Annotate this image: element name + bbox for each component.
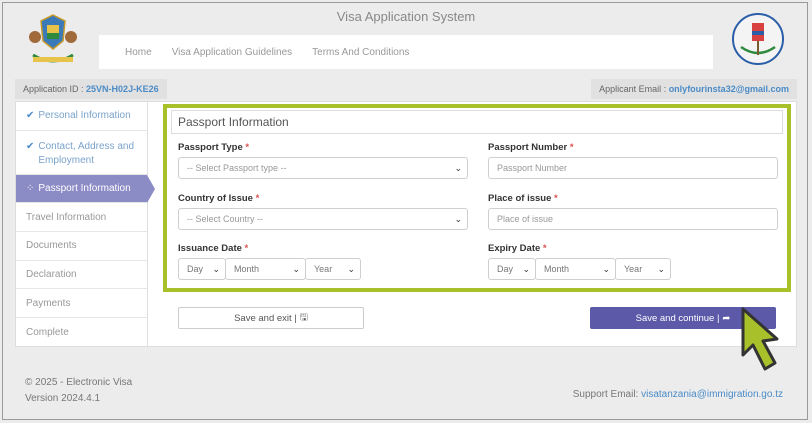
immigration-emblem-logo bbox=[732, 13, 784, 65]
share-arrow-icon: ➦ bbox=[722, 312, 731, 324]
chevron-down-icon: ⌄ bbox=[522, 264, 530, 274]
passport-type-label: Passport Type * bbox=[178, 142, 249, 153]
sidebar-item-payments[interactable]: Payments bbox=[16, 289, 147, 319]
copyright-text: © 2025 - Electronic Visa bbox=[25, 377, 133, 388]
country-of-issue-select[interactable]: -- Select Country -- ⌄ bbox=[178, 208, 468, 230]
sidebar-item-label: Payments bbox=[26, 297, 71, 309]
sidebar-item-label: Travel Information bbox=[26, 211, 107, 223]
expiry-year-select[interactable]: Year ⌄ bbox=[615, 258, 671, 280]
sidebar-item-contact-address[interactable]: ✔ Contact, Address and Employment bbox=[16, 131, 147, 175]
sidebar-item-label: Passport Information bbox=[38, 183, 131, 195]
chevron-down-icon: ⌄ bbox=[602, 264, 610, 274]
required-mark: * bbox=[244, 243, 249, 254]
passport-type-select[interactable]: -- Select Passport type -- ⌄ bbox=[178, 157, 468, 179]
place-of-issue-placeholder: Place of issue bbox=[497, 214, 554, 224]
sidebar-item-label: Personal Information bbox=[38, 110, 131, 122]
passport-number-input[interactable]: Passport Number bbox=[488, 157, 778, 179]
chevron-down-icon: ⌄ bbox=[212, 264, 220, 274]
place-of-issue-label: Place of issue * bbox=[488, 193, 558, 204]
expiry-date-label-text: Expiry Date bbox=[488, 243, 541, 254]
sidebar-item-label: Documents bbox=[26, 240, 77, 252]
expiry-day-value: Day bbox=[497, 264, 514, 274]
passport-type-label-text: Passport Type bbox=[178, 142, 243, 153]
issuance-month-value: Month bbox=[234, 264, 260, 274]
applicant-email-value: onlyfourinsta32@gmail.com bbox=[668, 84, 789, 94]
sidebar-item-passport-information[interactable]: ⁘ Passport Information bbox=[16, 174, 155, 204]
nav-home-link[interactable]: Home bbox=[125, 47, 152, 58]
nav-terms-link[interactable]: Terms And Conditions bbox=[312, 47, 409, 58]
issuance-year-select[interactable]: Year ⌄ bbox=[305, 258, 361, 280]
sidebar-item-complete[interactable]: Complete bbox=[16, 318, 147, 347]
expiry-year-value: Year bbox=[624, 264, 643, 274]
sidebar-item-travel-information[interactable]: Travel Information bbox=[16, 203, 147, 233]
step-sidebar: ✔ Personal Information ✔ Contact, Addres… bbox=[16, 102, 155, 347]
required-mark: * bbox=[245, 142, 250, 153]
issuance-month-select[interactable]: Month ⌄ bbox=[225, 258, 306, 280]
save-and-exit-button[interactable]: Save and exit | 🖫 bbox=[178, 307, 364, 329]
top-nav: Home Visa Application Guidelines Terms A… bbox=[99, 35, 713, 69]
passport-number-label-text: Passport Number bbox=[488, 142, 568, 153]
issuance-day-select[interactable]: Day ⌄ bbox=[178, 258, 226, 280]
place-of-issue-input[interactable]: Place of issue bbox=[488, 208, 778, 230]
version-text: Version 2024.4.1 bbox=[25, 392, 101, 404]
issuance-date-label: Issuance Date * bbox=[178, 243, 248, 254]
footer-copyright: © 2025 - Electronic Visa Version 2024.4.… bbox=[25, 375, 132, 406]
applicant-email-label: Applicant Email : bbox=[599, 84, 667, 94]
sidebar-item-documents[interactable]: Documents bbox=[16, 232, 147, 261]
app-title: Visa Application System bbox=[336, 9, 476, 24]
check-icon: ✔ bbox=[26, 110, 35, 122]
expiry-day-select[interactable]: Day ⌄ bbox=[488, 258, 536, 280]
sidebar-item-declaration[interactable]: Declaration bbox=[16, 261, 147, 290]
chevron-down-icon: ⌄ bbox=[292, 264, 300, 274]
main-panel: ✔ Personal Information ✔ Contact, Addres… bbox=[15, 101, 797, 347]
required-mark: * bbox=[569, 142, 574, 153]
passport-type-value: -- Select Passport type -- bbox=[187, 163, 287, 173]
chevron-down-icon: ⌄ bbox=[657, 264, 665, 274]
issuance-date-label-text: Issuance Date bbox=[178, 243, 242, 254]
support-email-label: Support Email: bbox=[572, 389, 639, 400]
issuance-year-value: Year bbox=[314, 264, 333, 274]
pointer-arrow-icon bbox=[741, 307, 779, 371]
nav-guidelines-link[interactable]: Visa Application Guidelines bbox=[172, 47, 292, 58]
app-frame: Visa Application System Home Visa Applic… bbox=[2, 2, 808, 420]
expiry-date-label: Expiry Date * bbox=[488, 243, 547, 254]
passport-form-highlight: Passport Information Passport Type * -- … bbox=[163, 104, 791, 292]
country-of-issue-value: -- Select Country -- bbox=[187, 214, 264, 224]
passport-number-placeholder: Passport Number bbox=[497, 163, 568, 173]
issuance-day-value: Day bbox=[187, 264, 204, 274]
spinner-icon: ⁘ bbox=[26, 183, 35, 195]
save-and-exit-label: Save and exit | bbox=[234, 312, 297, 324]
section-title: Passport Information bbox=[171, 110, 783, 134]
support-email-link[interactable]: visatanzania@immigration.go.tz bbox=[641, 389, 783, 400]
applicant-email-cell: Applicant Email : onlyfourinsta32@gmail.… bbox=[591, 79, 797, 99]
required-mark: * bbox=[255, 193, 260, 204]
info-bar: Application ID : 25VN-H02J-KE26 Applican… bbox=[15, 79, 797, 99]
place-of-issue-label-text: Place of issue bbox=[488, 193, 552, 204]
footer-support: Support Email: visatanzania@immigration.… bbox=[573, 389, 783, 400]
save-and-continue-label: Save and continue | bbox=[635, 312, 720, 324]
chevron-down-icon: ⌄ bbox=[347, 264, 355, 274]
chevron-down-icon: ⌄ bbox=[454, 214, 462, 224]
application-id-cell: Application ID : 25VN-H02J-KE26 bbox=[15, 79, 167, 99]
expiry-month-value: Month bbox=[544, 264, 570, 274]
country-of-issue-label-text: Country of Issue bbox=[178, 193, 253, 204]
passport-number-label: Passport Number * bbox=[488, 142, 574, 153]
required-mark: * bbox=[554, 193, 558, 204]
header: Visa Application System Home Visa Applic… bbox=[3, 3, 809, 73]
country-of-issue-label: Country of Issue * bbox=[178, 193, 259, 204]
application-id-value: 25VN-H02J-KE26 bbox=[86, 84, 159, 94]
sidebar-item-label: Contact, Address and Employment bbox=[38, 140, 135, 167]
sidebar-item-label: Complete bbox=[26, 326, 69, 338]
sidebar-item-personal-information[interactable]: ✔ Personal Information bbox=[16, 102, 147, 131]
floppy-disk-icon: 🖫 bbox=[299, 312, 308, 323]
expiry-month-select[interactable]: Month ⌄ bbox=[535, 258, 616, 280]
chevron-down-icon: ⌄ bbox=[454, 163, 462, 173]
check-icon: ✔ bbox=[26, 140, 35, 152]
sidebar-item-label: Declaration bbox=[26, 269, 77, 281]
required-mark: * bbox=[542, 243, 547, 254]
application-id-label: Application ID : bbox=[23, 84, 84, 94]
